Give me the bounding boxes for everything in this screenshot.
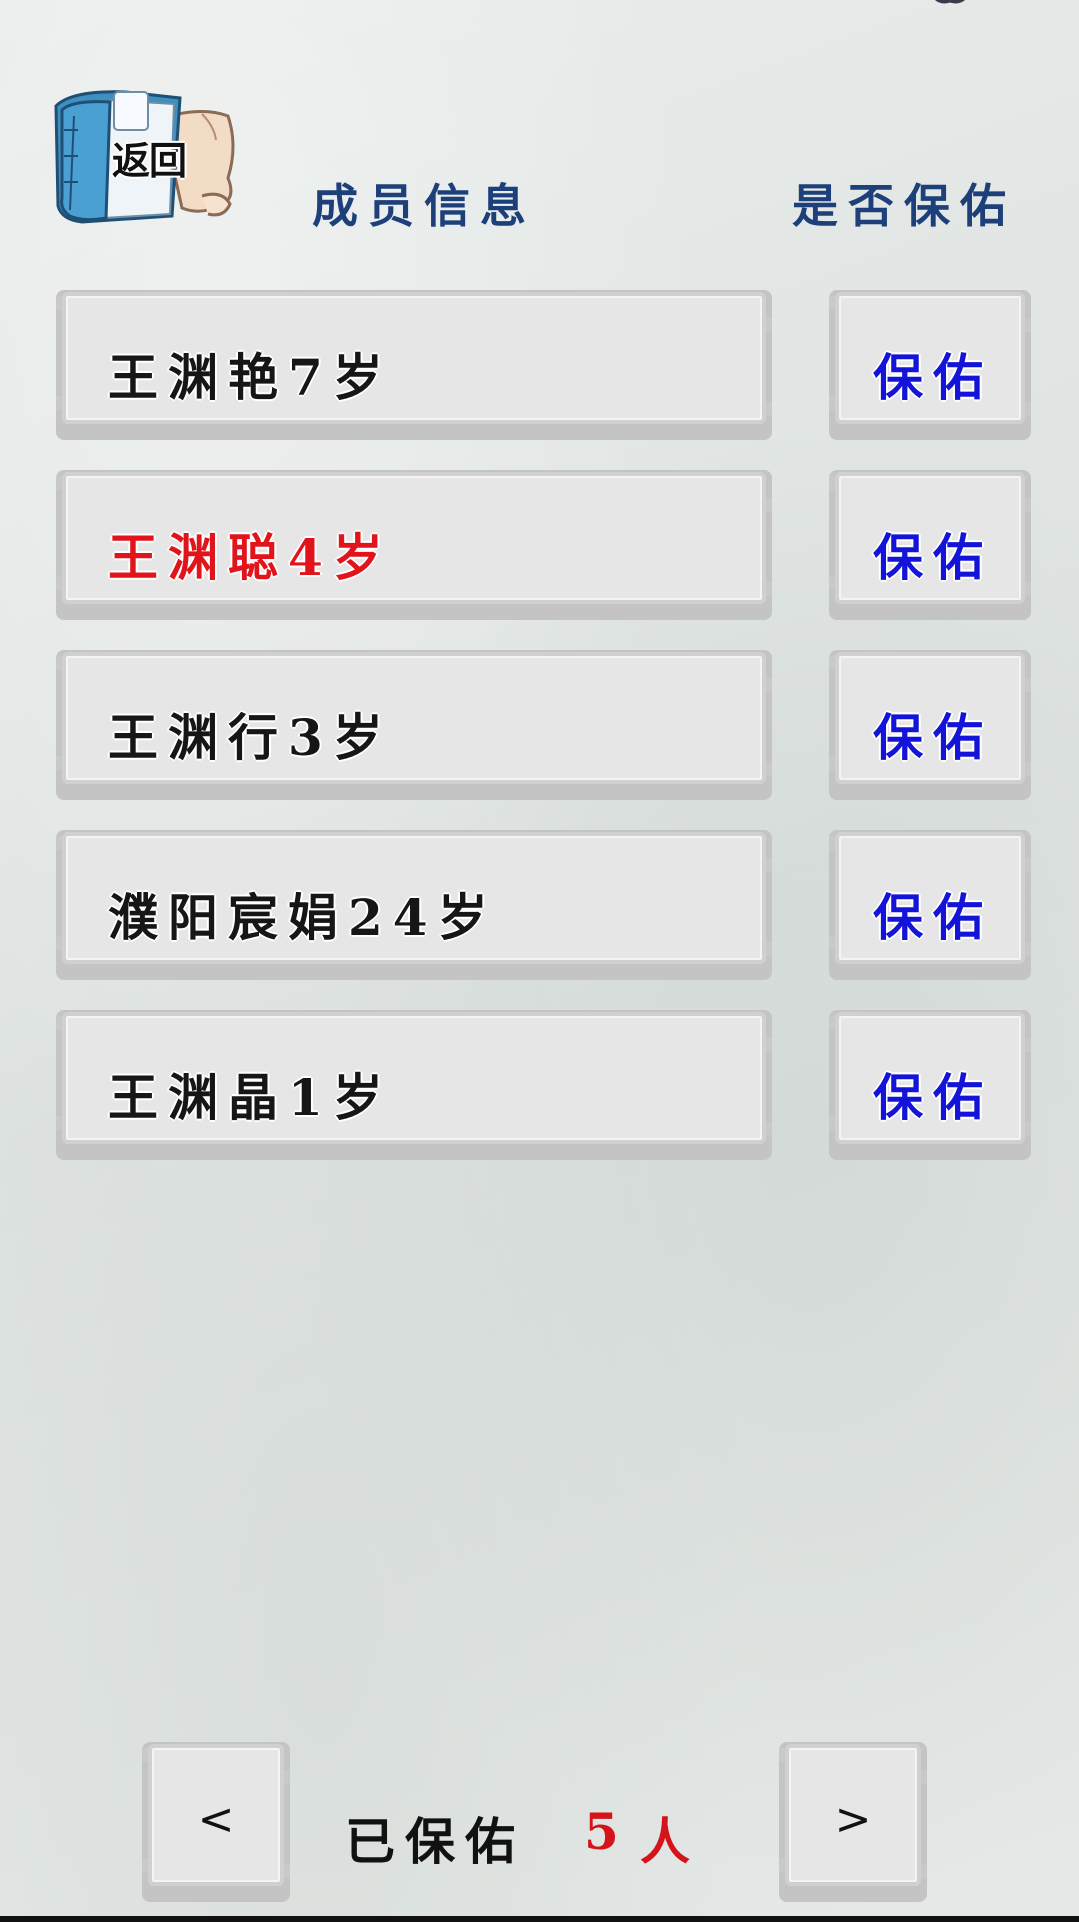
- protect-column-header: 是否保佑: [792, 179, 1016, 233]
- protect-button-label: 保佑: [873, 528, 993, 587]
- protect-button[interactable]: 保佑: [829, 290, 1031, 440]
- protected-count-unit: 人: [640, 1812, 690, 1871]
- member-row: 王渊艳7岁 保佑: [0, 290, 1079, 450]
- protect-button[interactable]: 保佑: [829, 830, 1031, 980]
- bottom-divider: [0, 1916, 1079, 1922]
- crest-icon: [935, 0, 965, 4]
- members-column-header: 成员信息: [312, 179, 536, 233]
- member-name-panel[interactable]: 王渊聪4岁: [56, 470, 772, 620]
- prev-page-label: <: [197, 1794, 235, 1845]
- protect-button-label: 保佑: [873, 708, 993, 767]
- member-name: 王渊聪4岁: [108, 528, 393, 587]
- protected-count: 5: [584, 1802, 619, 1861]
- member-row: 王渊行3岁 保佑: [0, 650, 1079, 810]
- protect-button-label: 保佑: [873, 348, 993, 407]
- member-name: 王渊行3岁: [108, 708, 393, 767]
- member-row: 王渊聪4岁 保佑: [0, 470, 1079, 630]
- next-page-button[interactable]: >: [779, 1742, 927, 1902]
- member-name-panel[interactable]: 王渊行3岁: [56, 650, 772, 800]
- protect-button[interactable]: 保佑: [829, 650, 1031, 800]
- member-name: 濮阳宸娟24岁: [108, 888, 498, 947]
- protected-status-label: 已保佑: [345, 1812, 525, 1871]
- member-name-panel[interactable]: 王渊晶1岁: [56, 1010, 772, 1160]
- member-name: 王渊晶1岁: [108, 1068, 393, 1127]
- protect-button[interactable]: 保佑: [829, 470, 1031, 620]
- member-name-panel[interactable]: 濮阳宸娟24岁: [56, 830, 772, 980]
- member-row: 濮阳宸娟24岁 保佑: [0, 830, 1079, 990]
- member-name-panel[interactable]: 王渊艳7岁: [56, 290, 772, 440]
- back-button[interactable]: 返回: [52, 86, 242, 234]
- protect-button-label: 保佑: [873, 888, 993, 947]
- protect-button[interactable]: 保佑: [829, 1010, 1031, 1160]
- protect-button-label: 保佑: [873, 1068, 993, 1127]
- member-name: 王渊艳7岁: [108, 348, 393, 407]
- member-row: 王渊晶1岁 保佑: [0, 1010, 1079, 1170]
- prev-page-button[interactable]: <: [142, 1742, 290, 1902]
- back-label: 返回: [112, 139, 187, 183]
- next-page-label: >: [834, 1794, 872, 1845]
